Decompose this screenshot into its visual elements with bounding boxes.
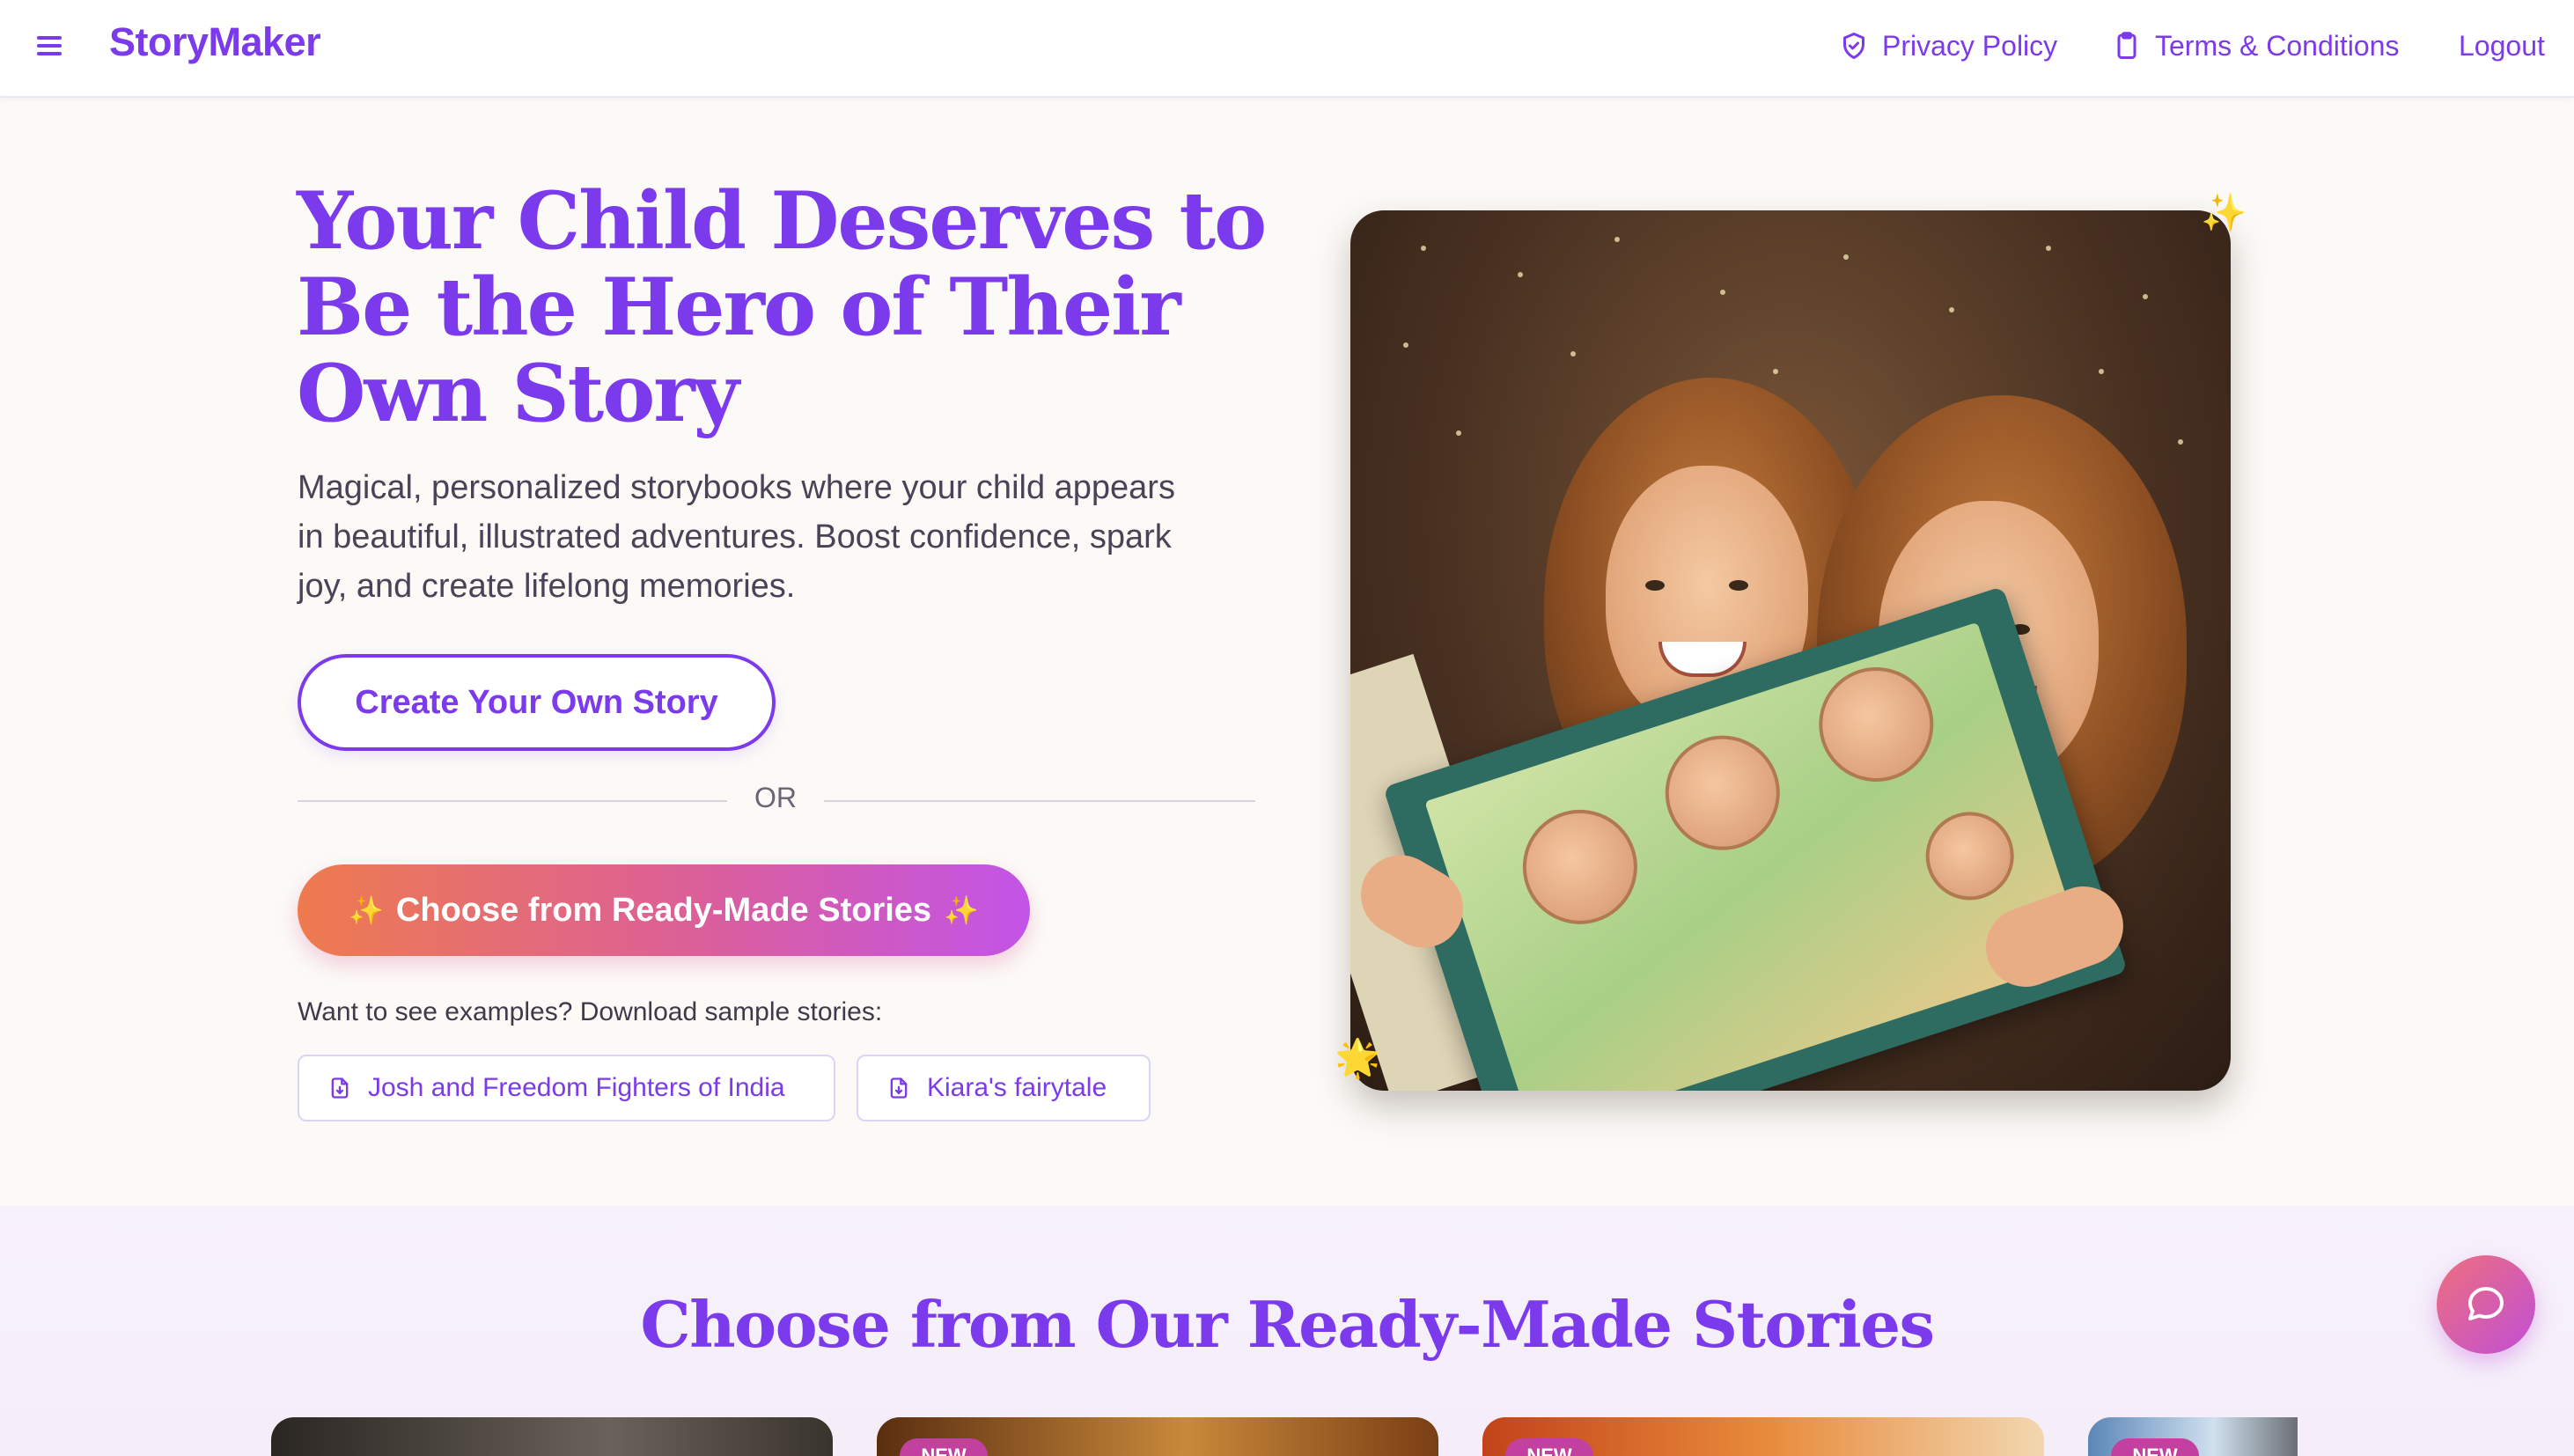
new-badge: NEW <box>900 1438 988 1456</box>
divider <box>298 800 727 802</box>
new-badge: NEW <box>2111 1438 2199 1456</box>
brand-logo[interactable]: StoryMaker <box>109 19 321 65</box>
terms-label: Terms & Conditions <box>2155 29 2400 62</box>
privacy-policy-label: Privacy Policy <box>1882 29 2058 62</box>
clipboard-icon <box>2117 32 2136 59</box>
create-story-button[interactable]: Create Your Own Story <box>298 654 776 751</box>
sparkle-icon: ✨ <box>2201 192 2247 233</box>
shield-icon <box>1843 33 1864 59</box>
or-separator: OR <box>754 782 797 813</box>
story-card[interactable]: NEW <box>2088 1417 2298 1456</box>
logout-label: Logout <box>2459 29 2545 62</box>
hero-image <box>1350 210 2231 1091</box>
story-card[interactable]: NEW <box>877 1417 1438 1456</box>
hero-subtitle: Magical, personalized storybooks where y… <box>298 469 1175 605</box>
top-navbar: StoryMaker Privacy Policy Terms & Condit… <box>0 0 2574 98</box>
chat-button[interactable] <box>2437 1255 2535 1354</box>
sparkle-icon: ✨ <box>944 894 979 926</box>
logout-link[interactable]: Logout <box>2459 25 2545 67</box>
sparkle-icon: ✨ <box>349 894 384 926</box>
new-badge: NEW <box>1505 1438 1593 1456</box>
file-download-icon <box>331 1077 349 1099</box>
chat-icon <box>2468 1287 2504 1320</box>
story-card[interactable]: NEW <box>1482 1417 2044 1456</box>
story-card[interactable] <box>271 1417 833 1456</box>
sample-story-button[interactable]: Kiara's fairytale <box>857 1055 1151 1121</box>
sample-story-button[interactable]: Josh and Freedom Fighters of India <box>298 1055 835 1121</box>
menu-icon[interactable] <box>33 30 65 62</box>
privacy-policy-link[interactable]: Privacy Policy <box>1838 25 2057 67</box>
choose-ready-made-button[interactable]: ✨ Choose from Ready-Made Stories ✨ <box>298 864 1030 956</box>
sample-story-label: Josh and Freedom Fighters of India <box>368 1073 785 1102</box>
file-download-icon <box>890 1077 908 1099</box>
choose-ready-made-label: Choose from Ready-Made Stories <box>395 891 932 929</box>
sample-stories-label: Want to see examples? Download sample st… <box>298 997 883 1026</box>
star-icon: 🌟 <box>1335 1037 1381 1078</box>
section-title: Choose from Our Ready-Made Stories <box>640 1287 1935 1362</box>
sample-story-label: Kiara's fairytale <box>927 1073 1107 1102</box>
terms-link[interactable]: Terms & Conditions <box>2111 25 2399 67</box>
hero-title: Your Child Deserves to Be the Hero of Th… <box>297 174 1267 440</box>
divider <box>824 800 1255 802</box>
